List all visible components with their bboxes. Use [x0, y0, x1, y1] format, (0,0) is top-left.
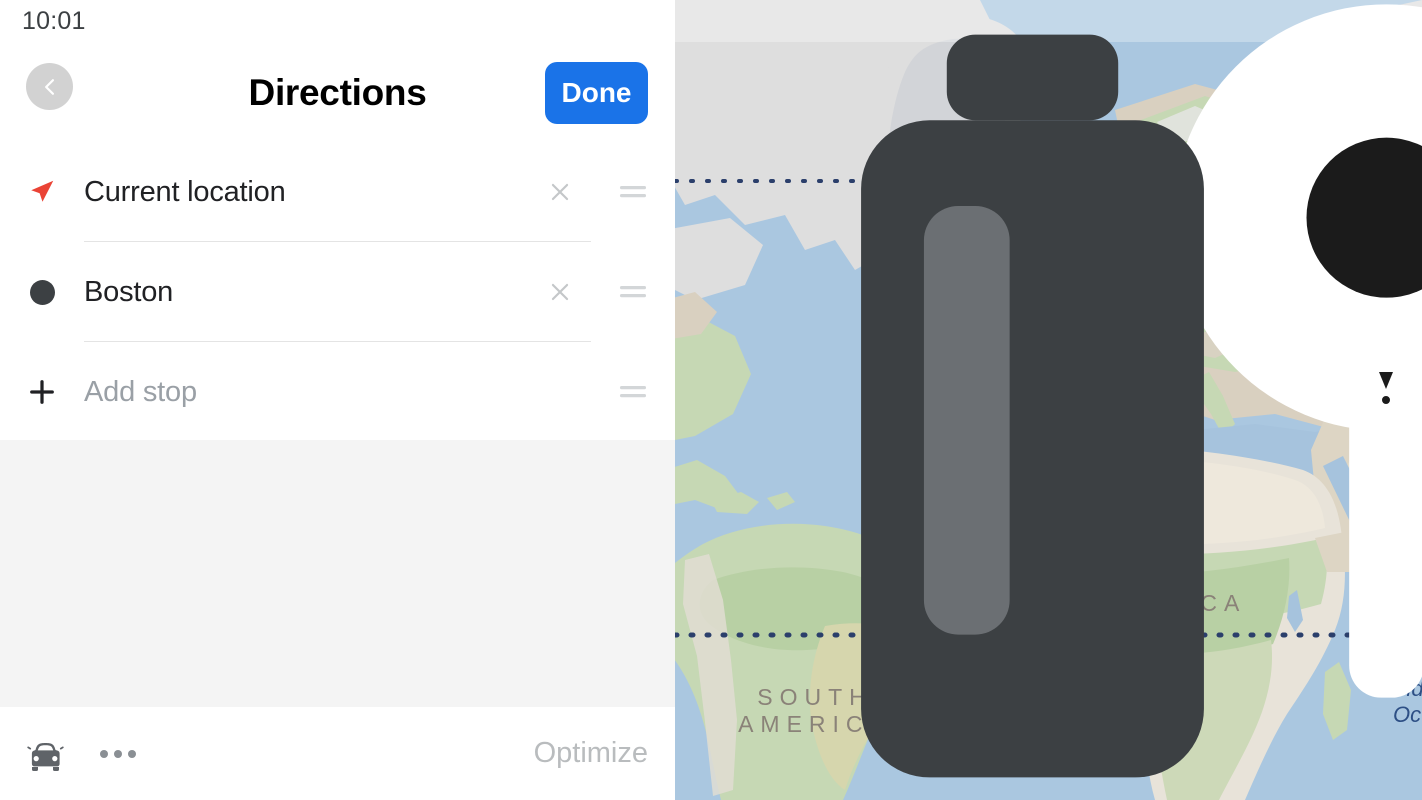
- stop-label: Add stop: [84, 375, 197, 408]
- stop-label: Boston: [84, 275, 174, 308]
- panel-header: Directions Done: [0, 58, 675, 128]
- plus-icon: [0, 377, 84, 407]
- close-icon[interactable]: [529, 279, 591, 305]
- battery-icon: [675, 6, 1406, 800]
- panel-card: 10:01 Directions Done Current location B…: [0, 0, 675, 440]
- done-button[interactable]: Done: [545, 62, 648, 124]
- directions-panel: 10:01 Directions Done Current location B…: [0, 0, 675, 800]
- drag-handle-icon[interactable]: [591, 183, 675, 201]
- status-bar-clock: 10:01: [22, 6, 86, 35]
- stop-row-add-stop[interactable]: Add stop: [0, 342, 675, 442]
- close-icon[interactable]: [529, 179, 591, 205]
- ellipsis-icon[interactable]: [100, 749, 136, 758]
- navigation-arrow-icon: [0, 177, 84, 207]
- stop-label: Current location: [84, 175, 286, 208]
- status-bar: 10:01: [0, 0, 675, 42]
- car-icon[interactable]: [22, 730, 70, 778]
- stops-list: Current location Boston Add stop: [0, 142, 675, 442]
- drag-handle-icon[interactable]: [591, 283, 675, 301]
- stop-row-current-location[interactable]: Current location: [0, 142, 675, 242]
- map-view[interactable]: Atlantic Ocean Ind Oc EUROPE AFRICA SOUT…: [675, 0, 1422, 800]
- optimize-button[interactable]: Optimize: [534, 737, 648, 770]
- bottom-action-bar: Optimize: [0, 707, 675, 800]
- destination-dot-icon: [0, 279, 84, 305]
- status-bar-icons: [675, 6, 1406, 800]
- stop-row-boston[interactable]: Boston: [0, 242, 675, 342]
- app-root: 10:01 Directions Done Current location B…: [0, 0, 1422, 800]
- drag-handle-icon[interactable]: [591, 383, 675, 401]
- panel-filler: [0, 440, 675, 707]
